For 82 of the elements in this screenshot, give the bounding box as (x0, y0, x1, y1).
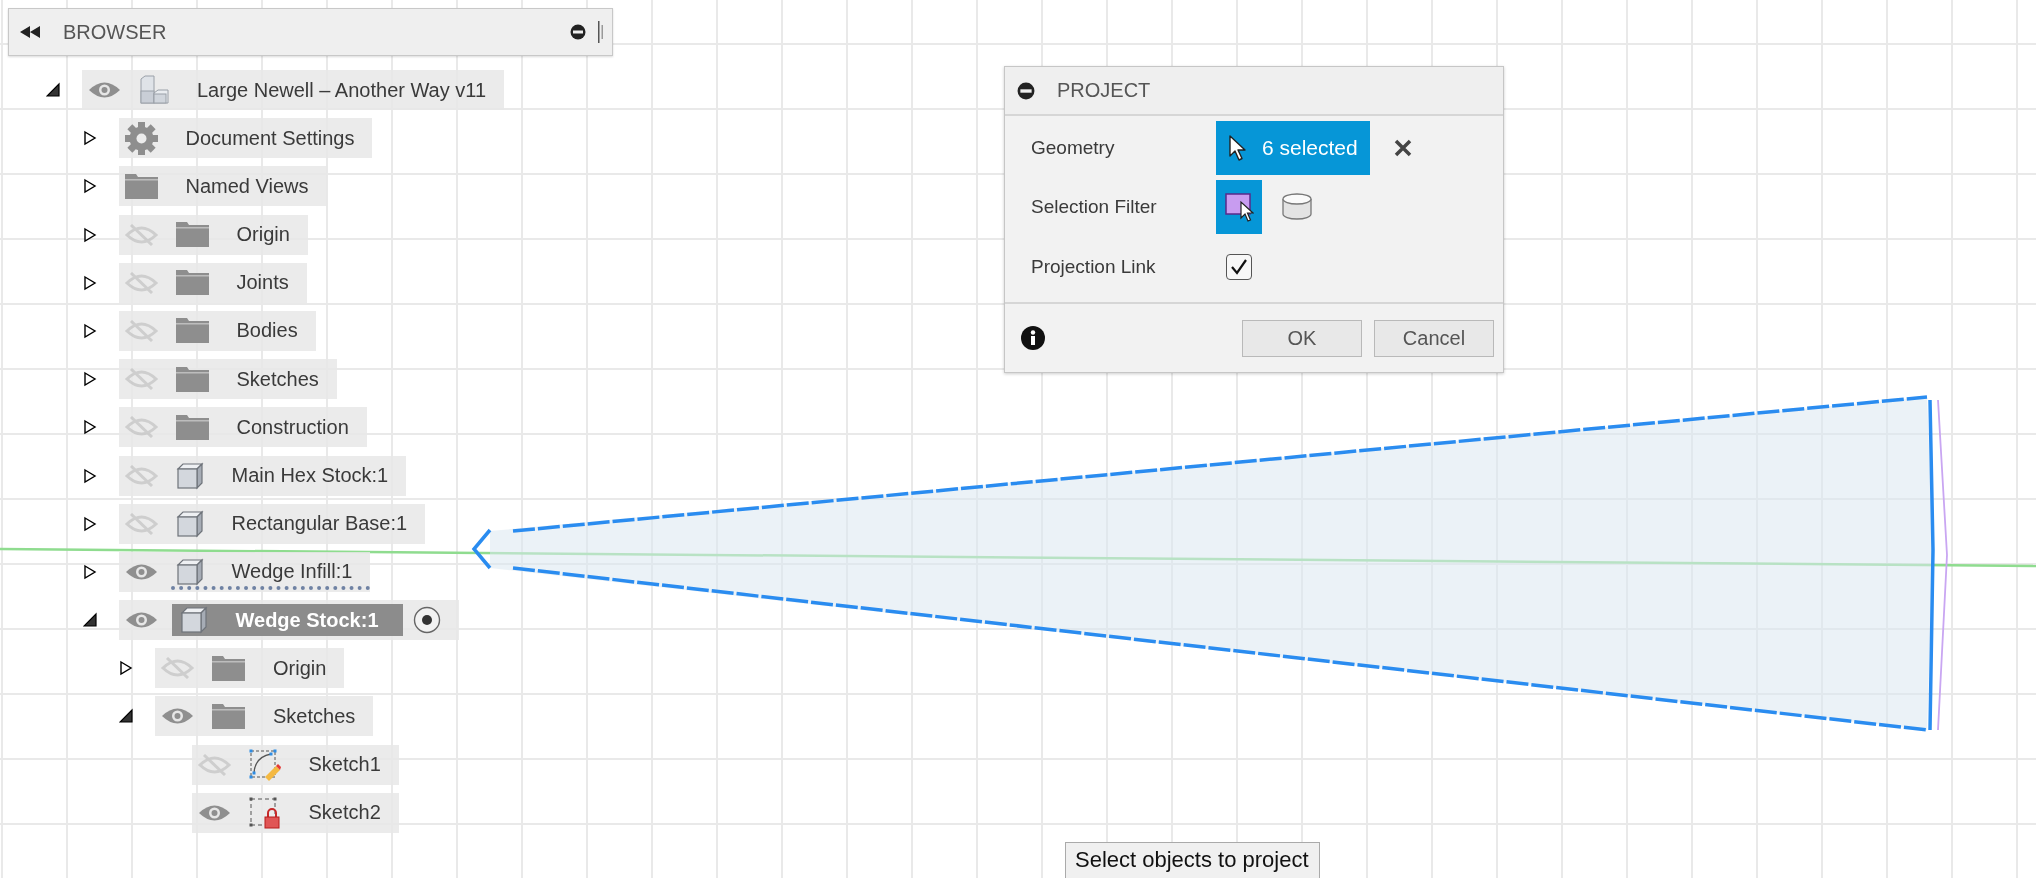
item-label: Joints (236, 271, 289, 295)
item-label: Named Views (185, 174, 309, 198)
checkbox[interactable] (1226, 254, 1252, 280)
expand-triangle-icon[interactable] (119, 660, 133, 677)
dialog-title: PROJECT (1057, 79, 1151, 102)
dialog-button[interactable]: Cancel (1374, 319, 1494, 357)
cursor-icon (1228, 134, 1248, 162)
tree-item[interactable]: Bodies (118, 310, 316, 351)
cube-icon (175, 557, 204, 586)
item-label: Sketch1 (308, 753, 381, 777)
sketch-lock-icon (248, 796, 281, 829)
field-label: Projection Link (1030, 256, 1157, 278)
folder-icon (175, 318, 209, 344)
face-select-icon (1224, 192, 1254, 222)
cube-icon (175, 509, 204, 538)
tree-item[interactable]: Joints (118, 262, 307, 303)
tree-item[interactable]: Sketch1 (191, 744, 399, 785)
dialog-button[interactable]: OK (1242, 319, 1362, 357)
expand-triangle-icon[interactable] (82, 515, 97, 532)
tree-item[interactable]: Origin (118, 214, 308, 255)
expand-triangle-icon[interactable] (82, 419, 97, 436)
tree-item[interactable]: Sketches (118, 359, 337, 400)
collapse-triangle-icon[interactable] (119, 708, 133, 725)
expand-triangle-icon[interactable] (82, 371, 97, 388)
item-label: Document Settings (185, 126, 355, 150)
item-label: Sketches (273, 704, 356, 728)
item-label: Wedge Infill:1 (231, 560, 353, 584)
info-icon[interactable] (1021, 326, 1045, 350)
cylinder-icon (1281, 193, 1313, 221)
item-label: Large Newell – Another Way v11 (197, 78, 487, 102)
item-label: Origin (236, 223, 290, 247)
filter-button[interactable] (1216, 180, 1262, 234)
collapse-triangle-icon[interactable] (46, 82, 60, 98)
collapse-triangle-icon[interactable] (82, 612, 97, 629)
cube-icon (175, 461, 204, 490)
item-label: Sketches (236, 367, 319, 391)
tree-item[interactable]: Wedge Infill:1 (118, 551, 371, 592)
collapse-panel-icon[interactable] (19, 25, 41, 39)
check-icon (1230, 259, 1248, 275)
component-icon (139, 75, 169, 105)
clear-icon[interactable] (1393, 139, 1412, 157)
tree-item[interactable]: Construction (118, 407, 367, 448)
tree-item[interactable]: Sketches (155, 696, 374, 737)
folder-icon (175, 414, 209, 440)
folder-icon (124, 173, 158, 199)
expand-triangle-icon[interactable] (82, 130, 97, 147)
active-radio-icon[interactable] (412, 606, 441, 635)
expand-triangle-icon[interactable] (82, 322, 97, 339)
tree-item[interactable]: Rectangular Base:1 (118, 503, 426, 544)
expand-triangle-icon[interactable] (82, 563, 97, 580)
minimize-icon[interactable] (1017, 81, 1035, 100)
item-label: Origin (273, 656, 327, 680)
item-label: Main Hex Stock:1 (231, 464, 389, 487)
sketch-pencil-icon (248, 748, 281, 781)
expand-triangle-icon[interactable] (82, 226, 97, 243)
expand-triangle-icon[interactable] (82, 178, 97, 195)
tree-item[interactable]: Named Views (118, 166, 327, 207)
tree-item[interactable]: Sketch2 (191, 792, 399, 833)
item-label: Sketch2 (308, 801, 381, 825)
gear-icon (124, 121, 158, 155)
field-label: Selection Filter (1030, 196, 1158, 218)
item-label: Wedge Stock:1 (235, 608, 379, 632)
tree-item[interactable]: Origin (155, 648, 345, 689)
tree-item[interactable]: Large Newell – Another Way v11 (82, 70, 505, 110)
tree-item[interactable]: Main Hex Stock:1 (118, 455, 407, 496)
item-label: Construction (236, 415, 349, 439)
panel-title: BROWSER (63, 20, 168, 44)
folder-icon (212, 655, 245, 681)
item-label: Rectangular Base:1 (231, 512, 408, 536)
folder-icon (212, 703, 245, 729)
expand-triangle-icon[interactable] (82, 467, 97, 484)
resize-handle-icon[interactable] (598, 21, 604, 43)
prompt-tooltip: Select objects to project (1065, 842, 1320, 878)
folder-icon (175, 270, 209, 296)
item-label: Bodies (236, 319, 298, 343)
cube-icon (179, 606, 208, 635)
folder-icon (175, 222, 209, 248)
folder-icon (175, 366, 209, 392)
expand-triangle-icon[interactable] (82, 274, 97, 291)
minimize-icon[interactable] (570, 24, 586, 40)
tree-item[interactable]: Document Settings (118, 118, 373, 159)
field-label: Geometry (1030, 137, 1116, 159)
